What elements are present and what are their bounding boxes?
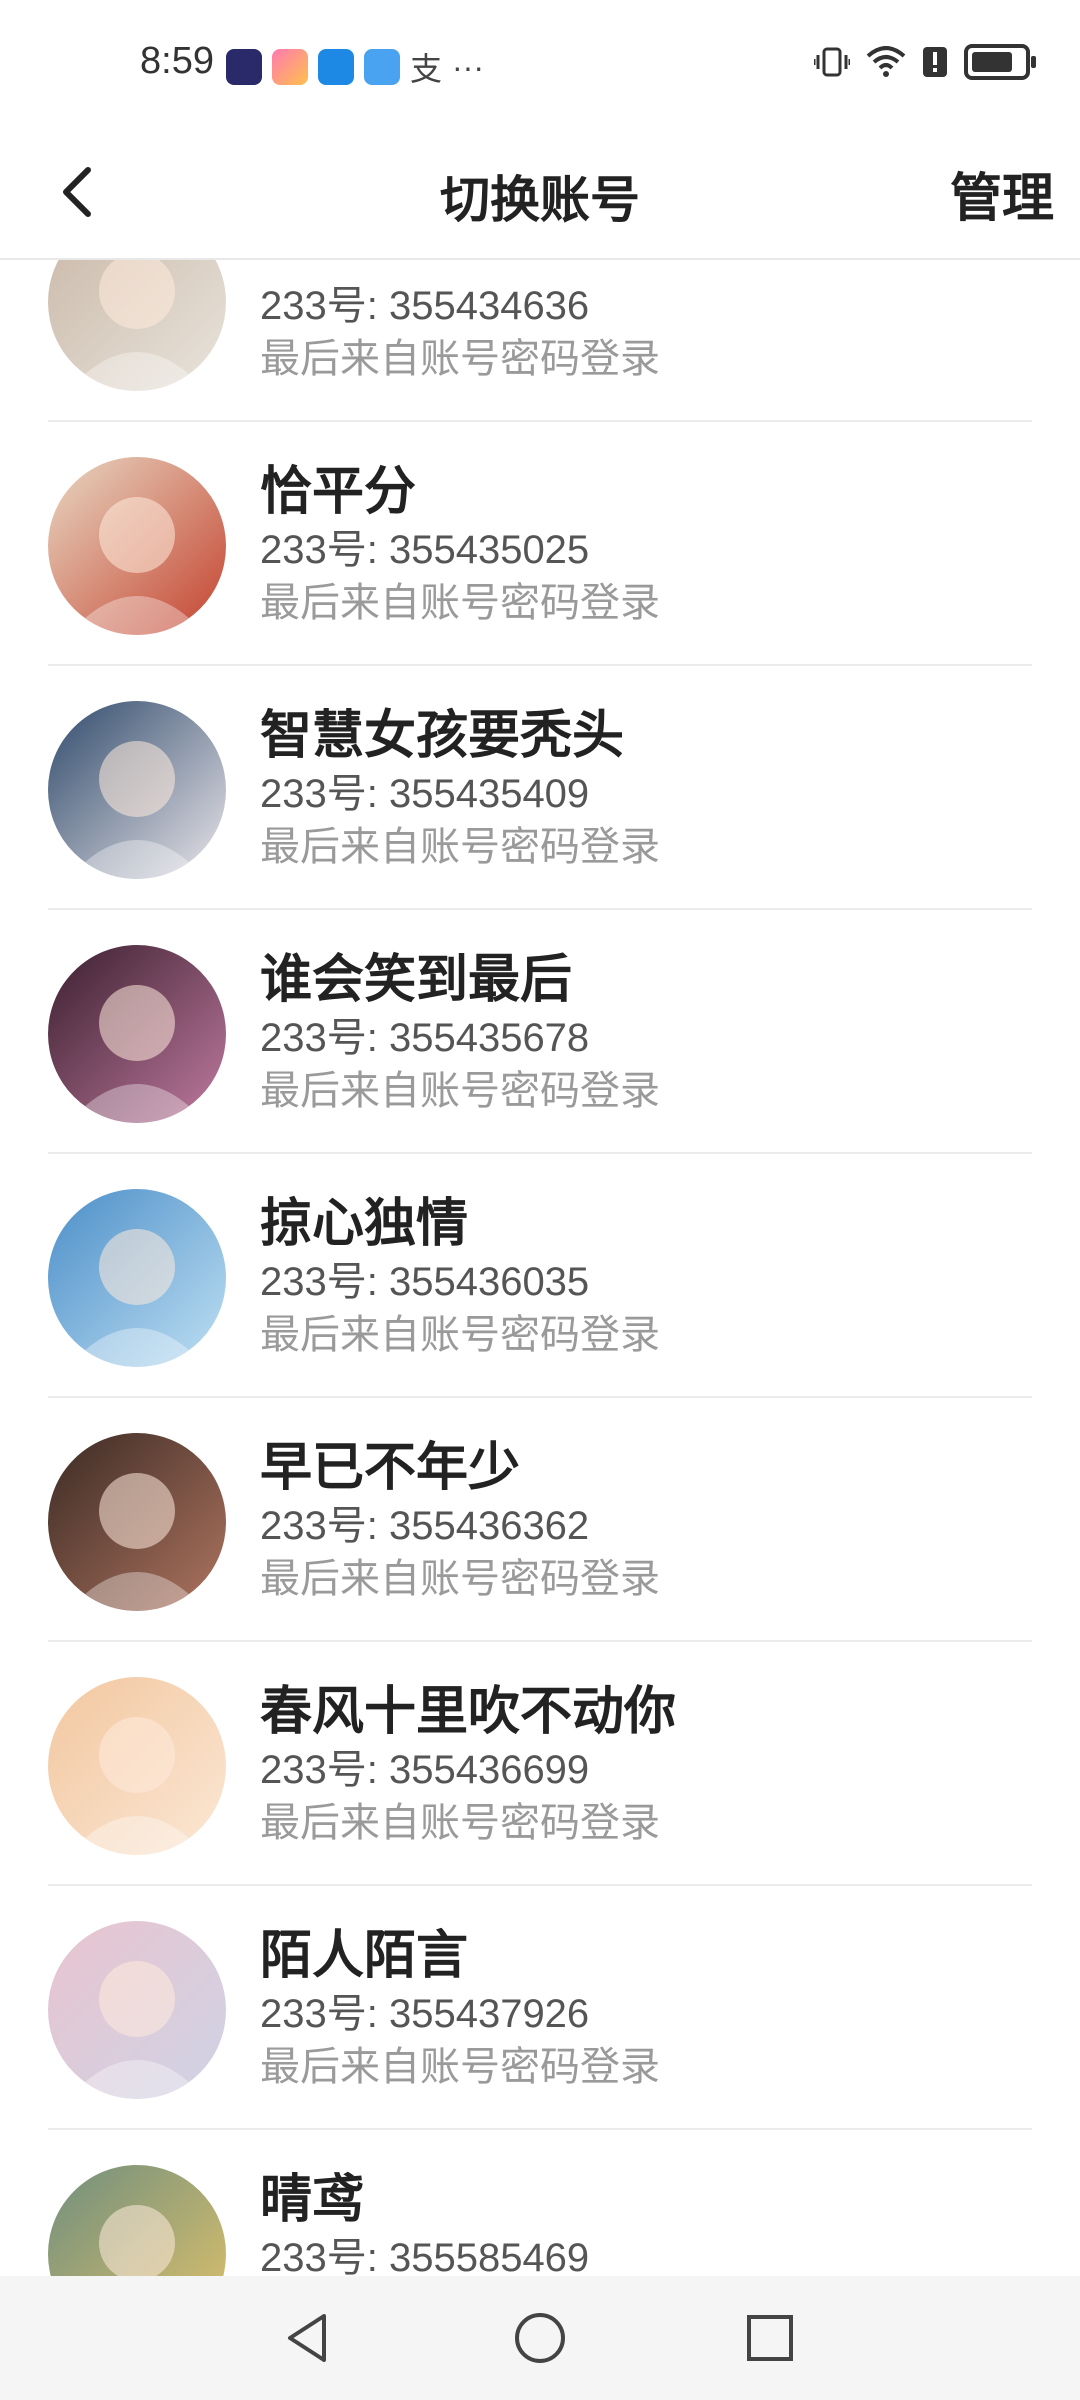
alipay-icon: 支 (410, 51, 443, 87)
account-id: 233号: 355435025 (260, 528, 590, 572)
account-list-item[interactable]: 陌人陌言 233号: 355437926 最后来自账号密码登录 (48, 1886, 1032, 2130)
wifi-icon (866, 46, 906, 77)
account-info: 陌人陌言 233号: 355437926 最后来自账号密码登录 (260, 1924, 660, 2094)
avatar (48, 2165, 226, 2276)
avatar (48, 1677, 226, 1855)
home-circle-icon (515, 2313, 565, 2363)
weather-icon (318, 49, 354, 85)
account-id: 233号: 355436035 (260, 1260, 590, 1304)
avatar (48, 945, 226, 1123)
account-list-item[interactable]: 智慧女孩要秃头 233号: 355435409 最后来自账号密码登录 (48, 666, 1032, 910)
avatar (48, 1921, 226, 2099)
system-status-icons (814, 44, 1036, 80)
account-info: 233号: 355434636 最后来自账号密码登录 (260, 258, 660, 386)
account-id: 233号: 355435678 (260, 1016, 590, 1060)
avatar (48, 701, 226, 879)
account-name: 春风十里吹不动你 (260, 1683, 677, 1741)
account-info: 谁会笑到最后 233号: 355435678 最后来自账号密码登录 (260, 948, 660, 1118)
account-login-source: 最后来自账号密码登录 (260, 1069, 660, 1113)
cloud-icon (364, 49, 400, 85)
account-login-source: 最后来自账号密码登录 (260, 1313, 660, 1357)
nav-back-button[interactable] (276, 2306, 340, 2370)
status-bar: 8:59 支 ··· (0, 0, 1080, 128)
avatar (48, 258, 226, 391)
account-login-source: 最后来自账号密码登录 (260, 581, 660, 625)
account-list-item[interactable]: 恰平分 233号: 355435025 最后来自账号密码登录 (48, 422, 1032, 666)
account-list-item[interactable]: 早已不年少 233号: 355436362 最后来自账号密码登录 (48, 1398, 1032, 1642)
account-list-item[interactable]: 春风十里吹不动你 233号: 355436699 最后来自账号密码登录 (48, 1642, 1032, 1886)
app-header: 切换账号 管理 (0, 128, 1080, 260)
back-triangle-icon (288, 2314, 326, 2362)
account-info: 掠心独情 233号: 355436035 最后来自账号密码登录 (260, 1192, 660, 1362)
nav-recents-button[interactable] (738, 2306, 802, 2370)
manage-button[interactable]: 管理 (950, 156, 1054, 231)
account-name (260, 258, 660, 280)
page-title: 切换账号 (440, 172, 640, 228)
account-info: 智慧女孩要秃头 233号: 355435409 最后来自账号密码登录 (260, 704, 660, 874)
nav-home-button[interactable] (508, 2306, 572, 2370)
account-id: 233号: 355585469 (260, 2236, 590, 2276)
recents-square-icon (747, 2315, 793, 2361)
account-id: 233号: 355436699 (260, 1748, 590, 1792)
account-id: 233号: 355436362 (260, 1504, 590, 1548)
account-login-source: 最后来自账号密码登录 (260, 1557, 660, 1601)
account-name: 陌人陌言 (260, 1927, 469, 1985)
account-login-source: 最后来自账号密码登录 (260, 1801, 660, 1845)
account-info: 早已不年少 233号: 355436362 最后来自账号密码登录 (260, 1436, 660, 1606)
game-app-icon (226, 49, 262, 85)
account-list-item[interactable]: 233号: 355434636 最后来自账号密码登录 (48, 258, 1032, 422)
notification-icons: 支 ··· (226, 44, 484, 90)
account-list-item[interactable]: 掠心独情 233号: 355436035 最后来自账号密码登录 (48, 1154, 1032, 1398)
account-id: 233号: 355434636 (260, 284, 590, 328)
alert-icon (923, 47, 947, 77)
status-time: 8:59 (140, 40, 214, 82)
account-name: 谁会笑到最后 (260, 951, 573, 1009)
account-name: 晴鸢 (260, 2171, 365, 2229)
account-id: 233号: 355437926 (260, 1992, 590, 2036)
account-login-source: 最后来自账号密码登录 (260, 2045, 660, 2089)
battery-icon (964, 44, 1036, 80)
account-info: 春风十里吹不动你 233号: 355436699 最后来自账号密码登录 (260, 1680, 676, 1850)
account-login-source: 最后来自账号密码登录 (260, 337, 660, 381)
account-list: 233号: 355434636 最后来自账号密码登录 恰平分 233号: 355435… (0, 258, 1080, 2276)
account-name: 早已不年少 (260, 1439, 521, 1497)
account-info: 晴鸢233号: 355585469最后来自设备登录 (260, 2168, 589, 2276)
account-name: 恰平分 (260, 463, 417, 521)
account-list-item[interactable]: 晴鸢233号: 355585469最后来自设备登录 (48, 2130, 1032, 2276)
app-icon (272, 49, 308, 85)
account-list-viewport[interactable]: 233号: 355434636 最后来自账号密码登录 恰平分 233号: 355435… (0, 258, 1080, 2276)
more-notifications: ··· (452, 48, 484, 85)
account-name: 掠心独情 (260, 1195, 469, 1253)
account-list-item[interactable]: 谁会笑到最后 233号: 355435678 最后来自账号密码登录 (48, 910, 1032, 1154)
account-login-source: 最后来自账号密码登录 (260, 825, 660, 869)
avatar (48, 1189, 226, 1367)
system-navigation-bar (0, 2276, 1080, 2400)
account-id: 233号: 355435409 (260, 772, 590, 816)
avatar (48, 1433, 226, 1611)
account-info: 恰平分 233号: 355435025 最后来自账号密码登录 (260, 460, 660, 630)
vibrate-icon (814, 47, 850, 77)
account-name: 智慧女孩要秃头 (260, 707, 625, 765)
avatar (48, 457, 226, 635)
